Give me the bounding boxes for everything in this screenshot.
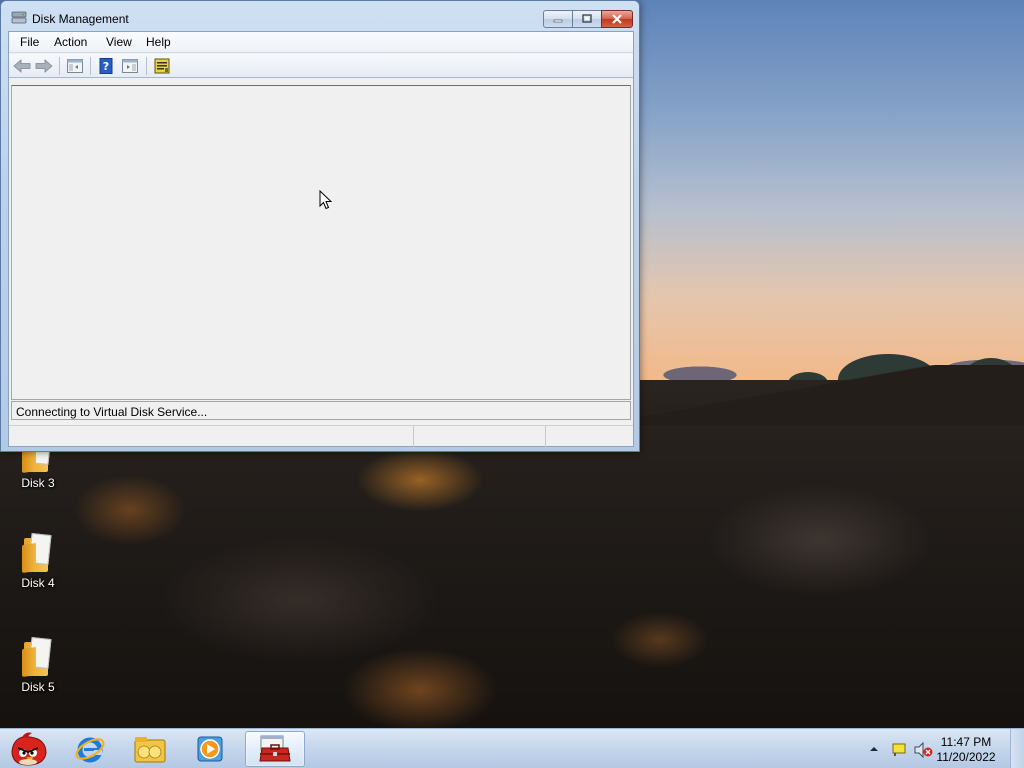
show-hide-console-tree-button[interactable] <box>65 57 85 75</box>
menu-view[interactable]: View <box>104 35 134 49</box>
taskbar-app-file-explorer[interactable] <box>122 731 178 767</box>
menu-file[interactable]: File <box>18 35 41 49</box>
back-button[interactable] <box>12 57 32 75</box>
clock-time: 11:47 PM <box>940 735 992 749</box>
status-bar <box>9 425 633 447</box>
desktop-icon-disk-4[interactable]: Disk 4 <box>6 533 70 590</box>
window-title: Disk Management <box>32 12 129 26</box>
wallpaper-rocks-edge <box>640 365 1024 425</box>
status-bar-cell <box>413 426 545 447</box>
show-hidden-icons-chevron-icon[interactable] <box>869 742 879 756</box>
menu-bar: File Action View Help <box>9 32 633 53</box>
toolbar-separator <box>59 57 60 75</box>
toolbar: ? <box>9 54 633 78</box>
console-tree-icon <box>67 59 83 73</box>
minimize-button[interactable] <box>543 10 572 28</box>
taskbar-app-computer-management[interactable] <box>245 731 305 767</box>
menu-help[interactable]: Help <box>144 35 173 49</box>
toolbox-icon <box>259 735 291 762</box>
restore-icon <box>582 14 592 23</box>
status-message: Connecting to Virtual Disk Service... <box>11 401 631 420</box>
taskbar-app-angry-birds[interactable] <box>0 731 56 767</box>
taskbar-app-media-player[interactable] <box>182 731 238 767</box>
menu-action[interactable]: Action <box>52 35 89 49</box>
properties-icon <box>154 58 170 74</box>
help-icon: ? <box>99 58 113 74</box>
ie-icon <box>75 737 105 763</box>
window-client-area: File Action View Help ? Connecting to Vi… <box>8 31 634 447</box>
desktop-icon-label: Disk 5 <box>21 680 55 694</box>
disk-view-panel <box>11 85 631 400</box>
action-center-flag-icon[interactable] <box>891 742 907 756</box>
toolbar-separator <box>90 57 91 75</box>
mouse-cursor-icon <box>319 190 333 210</box>
taskbar-app-internet-explorer[interactable] <box>62 731 118 767</box>
desktop-icon-label: Disk 3 <box>21 476 55 490</box>
action-pane-icon <box>122 59 138 73</box>
desktop-icon-disk-5[interactable]: Disk 5 <box>6 637 70 694</box>
angry-bird-icon <box>11 732 47 766</box>
taskbar: 11:47 PM 11/20/2022 <box>0 728 1024 768</box>
clock-date: 11/20/2022 <box>936 750 996 764</box>
disk-drive-icon <box>11 11 27 24</box>
svg-text:?: ? <box>103 60 109 73</box>
close-icon <box>612 14 622 24</box>
folder-icon <box>22 533 54 573</box>
desktop-icon-label: Disk 4 <box>21 576 55 590</box>
show-desktop-button[interactable] <box>1010 729 1024 768</box>
window-titlebar[interactable]: Disk Management <box>1 1 639 31</box>
media-player-icon <box>197 736 223 762</box>
properties-button[interactable] <box>152 57 172 75</box>
close-button[interactable] <box>601 10 633 28</box>
folder-libraries-icon <box>134 737 166 763</box>
disk-management-window[interactable]: Disk Management File Action View Help ? … <box>0 0 640 452</box>
forward-arrow-icon <box>35 59 53 73</box>
minimize-icon <box>553 19 563 23</box>
system-clock[interactable]: 11:47 PM 11/20/2022 <box>924 735 1008 765</box>
toolbar-separator <box>146 57 147 75</box>
forward-button[interactable] <box>34 57 54 75</box>
restore-button[interactable] <box>572 10 601 28</box>
caption-buttons <box>543 10 633 28</box>
help-button[interactable]: ? <box>96 57 116 75</box>
back-arrow-icon <box>13 59 31 73</box>
show-hide-action-pane-button[interactable] <box>120 57 140 75</box>
folder-icon <box>22 637 54 677</box>
status-bar-cell <box>545 426 633 447</box>
